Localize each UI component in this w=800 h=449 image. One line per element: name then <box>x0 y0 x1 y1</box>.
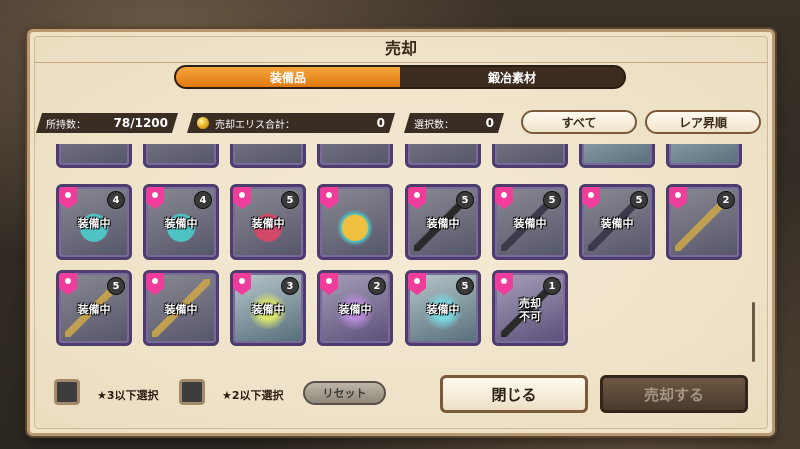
item-card[interactable]: 2 装備中 <box>317 270 393 346</box>
selected-count-value: 0 <box>485 116 494 130</box>
upgrade-badge: 5 <box>630 191 648 209</box>
item-state: 装備中 <box>426 303 460 316</box>
sell-button[interactable]: 売却する <box>600 375 748 413</box>
item-card[interactable]: 1 売却 不可 <box>492 270 568 346</box>
select-3-star-label: ★3以下選択 <box>97 389 159 402</box>
sell-total-box: 売却エリス合計： 0 <box>187 113 395 133</box>
owned-count-box: 所持数： 78/1200 <box>36 113 178 133</box>
filter-all-button[interactable]: すべて <box>521 110 637 134</box>
upgrade-badge: 5 <box>456 277 474 295</box>
item-card[interactable]: 5 装備中 <box>56 270 132 346</box>
owned-count-value: 78/1200 <box>113 116 168 130</box>
item-grid: 装備中 装備中 装備中 装備中 装備中 装備中 4 装備中 4 装備中 5 装備… <box>44 144 756 366</box>
item-state: 装備中 <box>600 217 634 230</box>
item-state: 装備中 <box>164 303 198 316</box>
sell-total-value: 0 <box>376 116 385 130</box>
dialog-title: 売却 <box>384 39 417 58</box>
selected-count-label: 選択数： <box>414 119 454 131</box>
item-card[interactable]: 5 装備中 <box>405 184 481 260</box>
item-state: 装備中 <box>251 303 285 316</box>
item-state: 装備中 <box>251 217 285 230</box>
dialog-content: 売却 装備品 鍛冶素材 所持数： 78/1200 売却エリス合計： 0 選択数：… <box>27 29 775 436</box>
item-state: 装備中 <box>77 303 111 316</box>
item-card[interactable]: 装備中 <box>230 144 306 168</box>
close-button[interactable]: 閉じる <box>440 375 588 413</box>
item-card[interactable] <box>492 144 568 168</box>
selected-count-box: 選択数： 0 <box>404 113 504 133</box>
item-card[interactable]: 装備中 <box>143 270 219 346</box>
reset-button[interactable]: リセット <box>303 381 386 405</box>
owned-count-label: 所持数： <box>46 119 86 131</box>
upgrade-badge: 4 <box>107 191 125 209</box>
upgrade-badge: 5 <box>107 277 125 295</box>
upgrade-badge: 3 <box>281 277 299 295</box>
item-card[interactable]: 5 装備中 <box>405 270 481 346</box>
item-state: 装備中 <box>513 217 547 230</box>
sort-rarity-button[interactable]: レア昇順 <box>645 110 761 134</box>
select-2-star-checkbox[interactable] <box>179 379 205 405</box>
item-card[interactable]: 装備中 <box>56 144 132 168</box>
upgrade-badge: 5 <box>281 191 299 209</box>
tab-bar: 装備品 鍛冶素材 <box>174 65 626 89</box>
item-card[interactable]: 3 装備中 <box>230 270 306 346</box>
item-state: 装備中 <box>338 303 372 316</box>
item-state: 装備中 <box>164 217 198 230</box>
item-state: 装備中 <box>426 217 460 230</box>
tab-smithing-materials[interactable]: 鍛冶素材 <box>400 67 624 87</box>
tab-equipment[interactable]: 装備品 <box>176 67 400 87</box>
sell-total-label: 売却エリス合計： <box>215 119 295 131</box>
title-divider <box>35 62 767 63</box>
grid-scrollbar[interactable] <box>752 302 755 362</box>
item-card[interactable]: 4 装備中 <box>56 184 132 260</box>
item-state: 売却 不可 <box>519 297 541 323</box>
item-card[interactable]: 装備中 <box>143 144 219 168</box>
select-3-star-checkbox[interactable] <box>54 379 80 405</box>
item-card[interactable]: 装備中 <box>405 144 481 168</box>
item-card[interactable]: 2 <box>666 184 742 260</box>
upgrade-badge: 5 <box>543 191 561 209</box>
item-card[interactable]: 装備中 <box>579 144 655 168</box>
item-state: 装備中 <box>77 217 111 230</box>
upgrade-badge: 2 <box>368 277 386 295</box>
item-card[interactable] <box>317 144 393 168</box>
upgrade-badge: 2 <box>717 191 735 209</box>
item-card[interactable]: 5 装備中 <box>492 184 568 260</box>
item-card[interactable] <box>317 184 393 260</box>
item-card[interactable]: 装備中 <box>666 144 742 168</box>
item-card[interactable]: 4 装備中 <box>143 184 219 260</box>
upgrade-badge: 4 <box>194 191 212 209</box>
item-card[interactable]: 5 装備中 <box>230 184 306 260</box>
item-card[interactable]: 5 装備中 <box>579 184 655 260</box>
select-2-star-label: ★2以下選択 <box>222 389 284 402</box>
eris-coin-icon <box>197 117 209 129</box>
upgrade-badge: 5 <box>456 191 474 209</box>
upgrade-badge: 1 <box>543 277 561 295</box>
